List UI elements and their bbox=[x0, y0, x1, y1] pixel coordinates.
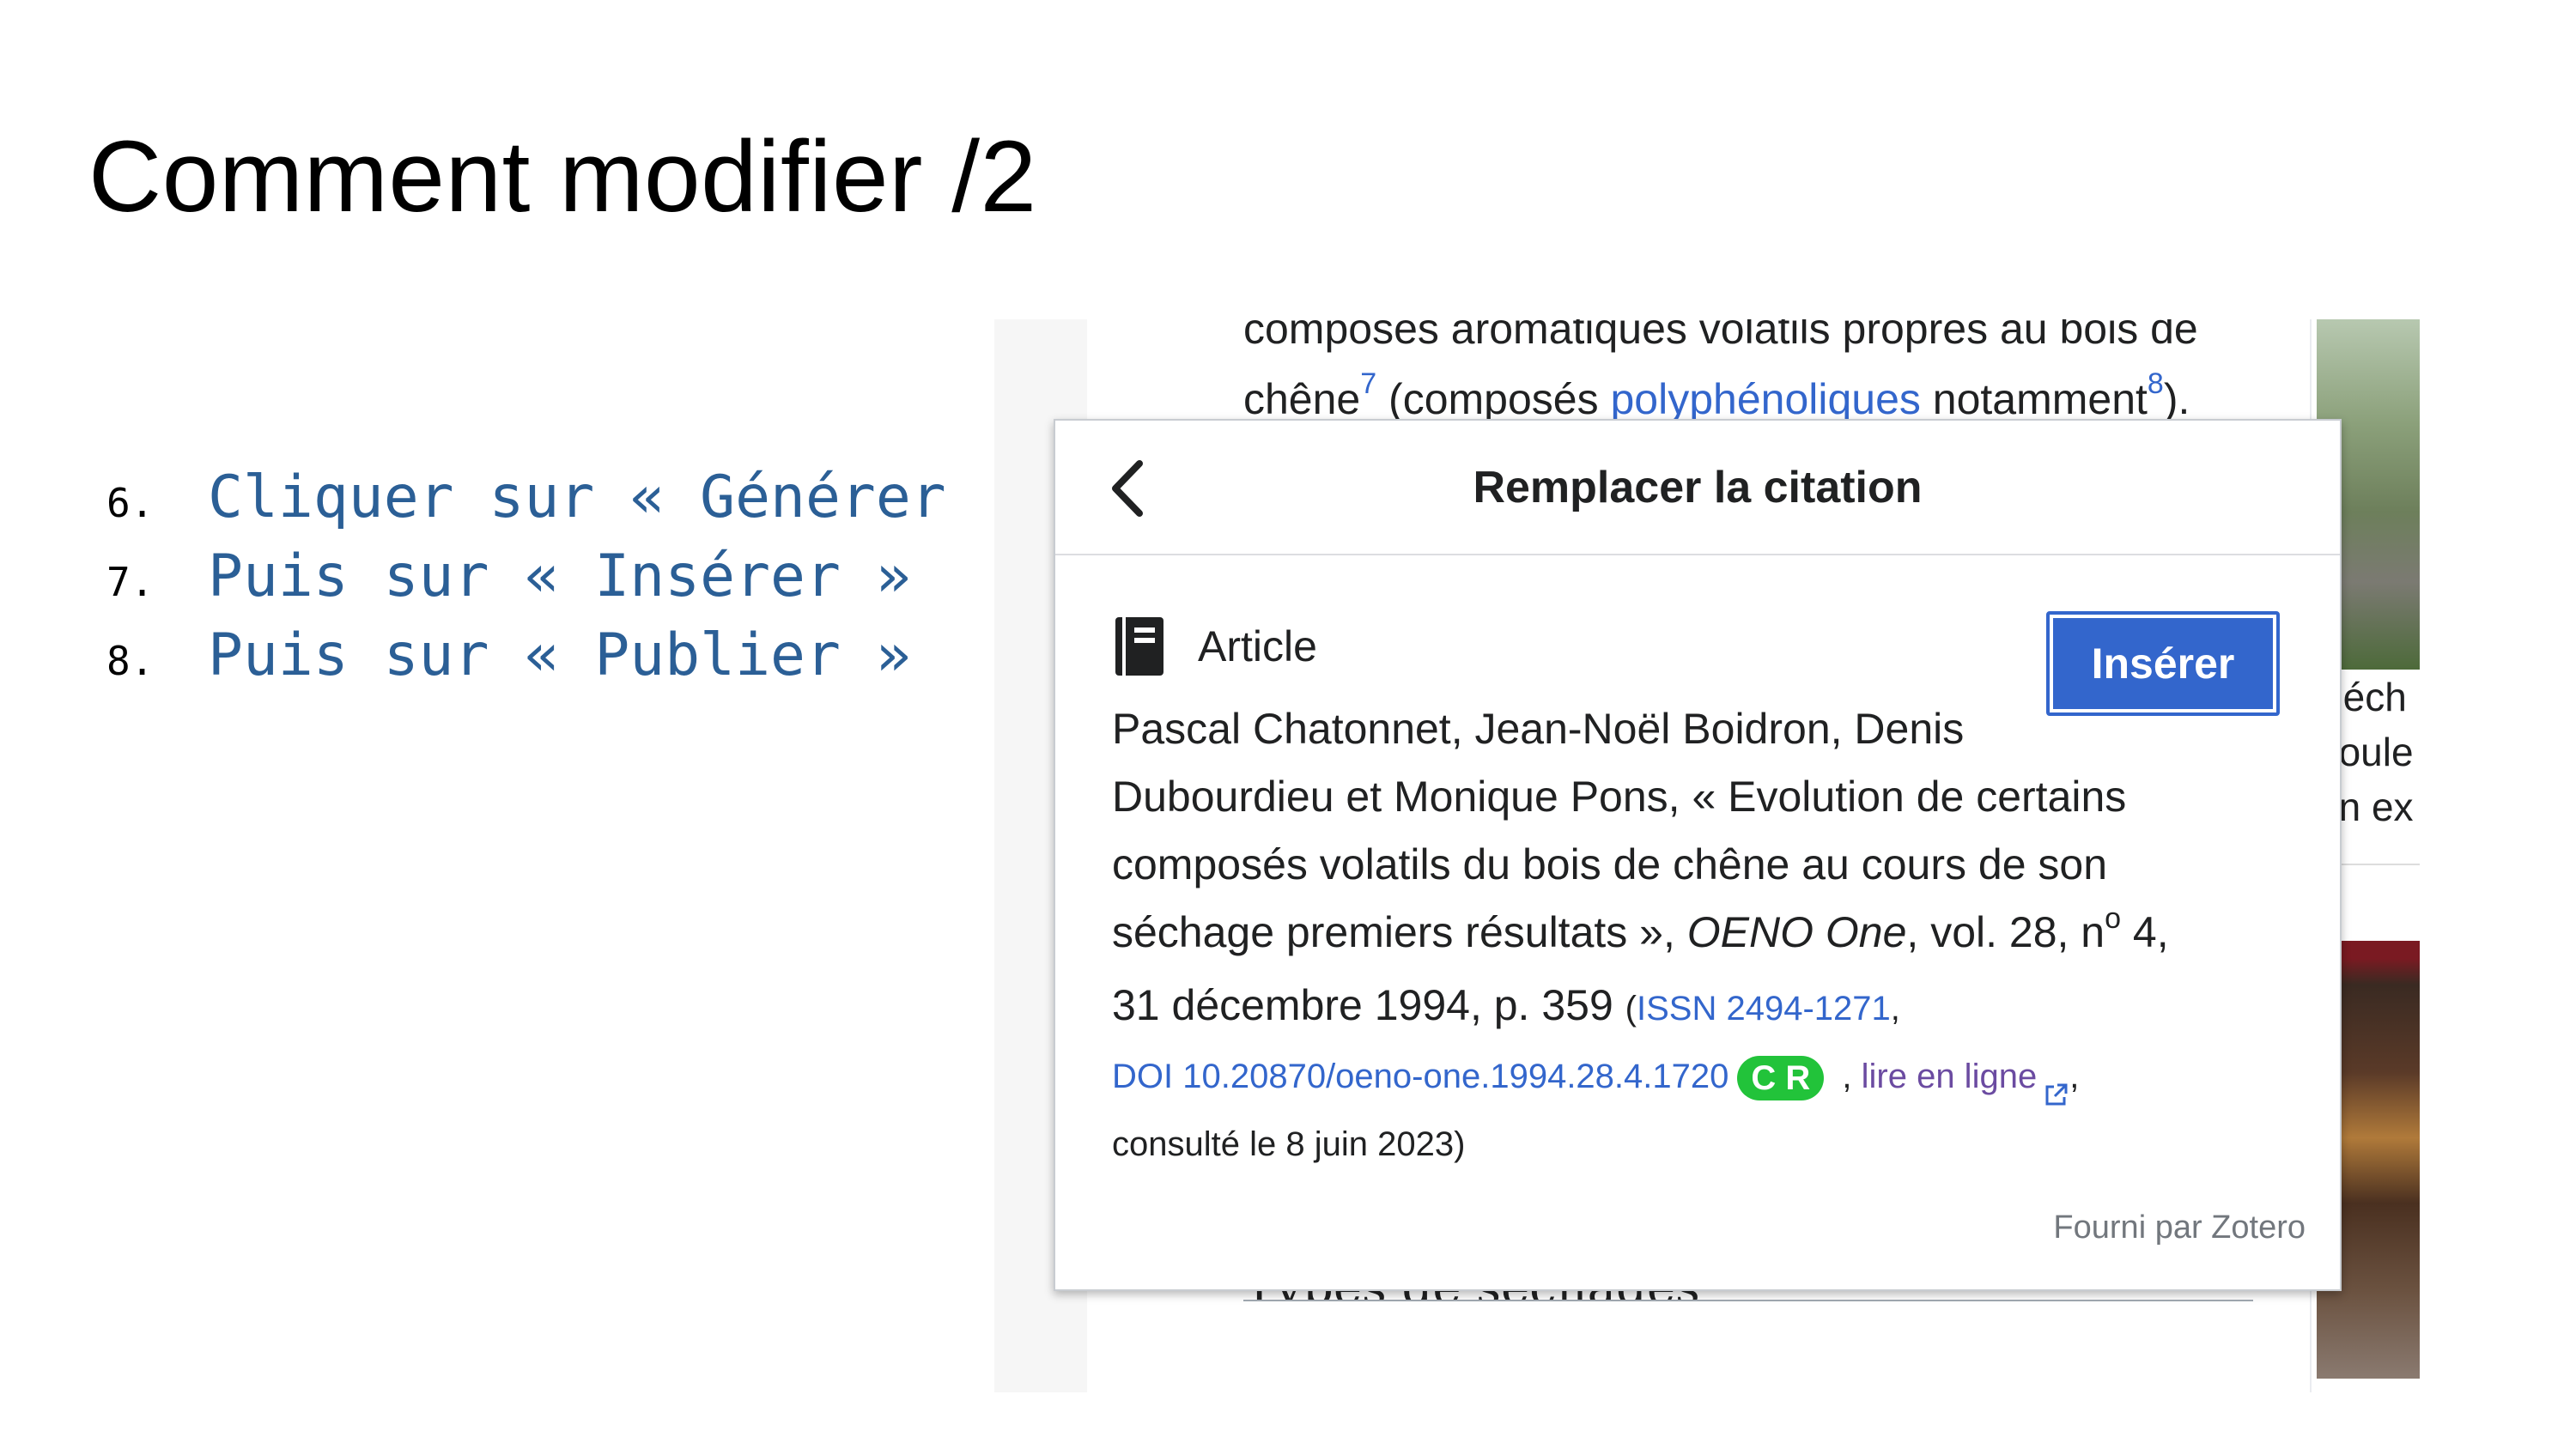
dialog-header: Remplacer la citation bbox=[1055, 421, 2340, 555]
crossref-badge-icon[interactable]: C R bbox=[1737, 1056, 1825, 1101]
citation-line: DOI 10.20870/oeno-one.1994.28.4.1720 C R … bbox=[1112, 1043, 2306, 1111]
step-number: 7. bbox=[106, 559, 155, 605]
doi-link[interactable]: DOI 10.20870/oeno-one.1994.28.4.1720 bbox=[1112, 1058, 1728, 1095]
issn-link[interactable]: ISSN 2494-1271 bbox=[1637, 990, 1891, 1028]
step-number: 8. bbox=[106, 638, 155, 684]
citation-fragment: , bbox=[1890, 990, 1900, 1028]
article-line: composés aromatiques volatils propres au… bbox=[1243, 319, 2198, 353]
slide-title: Comment modifier /2 bbox=[88, 120, 1037, 233]
replace-citation-dialog: Remplacer la citation Article Insérer Pa… bbox=[1054, 419, 2342, 1291]
step-item: 7. Puis sur « Insérer » bbox=[106, 543, 946, 621]
citation-fragment: , vol. 28, n bbox=[1906, 908, 2105, 956]
citation-fragment: 31 décembre 1994, p. 359 bbox=[1112, 981, 1625, 1029]
citation-line: Pascal Chatonnet, Jean-Noël Boidron, Den… bbox=[1112, 705, 1965, 753]
reference-8[interactable]: 8 bbox=[2148, 367, 2164, 400]
book-icon bbox=[1114, 615, 1165, 677]
citation-line: composés volatils du bois de chêne au co… bbox=[1112, 840, 2108, 888]
citation-fragment: 4, bbox=[2121, 908, 2169, 956]
citation-type: Article bbox=[1114, 616, 1317, 676]
citation-line: Dubourdieu et Monique Pons, « Evolution … bbox=[1112, 773, 2127, 821]
external-link-icon bbox=[2042, 1064, 2069, 1106]
step-item: 8. Puis sur « Publier » bbox=[106, 621, 946, 700]
citation-line: 31 décembre 1994, p. 359 (ISSN 2494-1271… bbox=[1112, 972, 2306, 1043]
step-number: 6. bbox=[106, 480, 155, 526]
article-text-fragment: (composés bbox=[1376, 375, 1611, 423]
citation-fragment: , bbox=[1832, 1058, 1862, 1095]
steps-list: 6. Cliquer sur « Générer 7. Puis sur « I… bbox=[106, 464, 946, 700]
type-label: Article bbox=[1198, 622, 1317, 670]
step-item: 6. Cliquer sur « Générer bbox=[106, 464, 946, 543]
article-text-fragment: notamment bbox=[1920, 375, 2148, 423]
journal-name: OENO One bbox=[1686, 908, 1907, 956]
citation-fragment: ( bbox=[1625, 990, 1637, 1028]
superscript-o: o bbox=[2105, 902, 2122, 935]
article-word: chêne bbox=[1243, 375, 1361, 423]
citation-fragment: , bbox=[2069, 1058, 2080, 1095]
citation-preview: Pascal Chatonnet, Jean-Noël Boidron, Den… bbox=[1112, 695, 2306, 1179]
dialog-title: Remplacer la citation bbox=[1473, 463, 1923, 512]
citation-fragment: séchage premiers résultats », bbox=[1112, 908, 1687, 956]
read-online-link[interactable]: lire en ligne bbox=[1862, 1058, 2038, 1095]
step-text: Puis sur « Publier » bbox=[208, 621, 911, 689]
step-text: Puis sur « Insérer » bbox=[208, 543, 911, 610]
citation-line: séchage premiers résultats », OENO One, … bbox=[1112, 899, 2306, 972]
citation-line: consulté le 8 juin 2023) bbox=[1112, 1125, 1466, 1163]
reference-7[interactable]: 7 bbox=[1360, 367, 1376, 400]
polyphenoliques-link[interactable]: polyphénoliques bbox=[1610, 375, 1920, 423]
step-text: Cliquer sur « Générer bbox=[208, 464, 946, 531]
article-text-fragment: ). bbox=[2163, 375, 2190, 423]
provider-label: Fourni par Zotero bbox=[2053, 1210, 2306, 1246]
